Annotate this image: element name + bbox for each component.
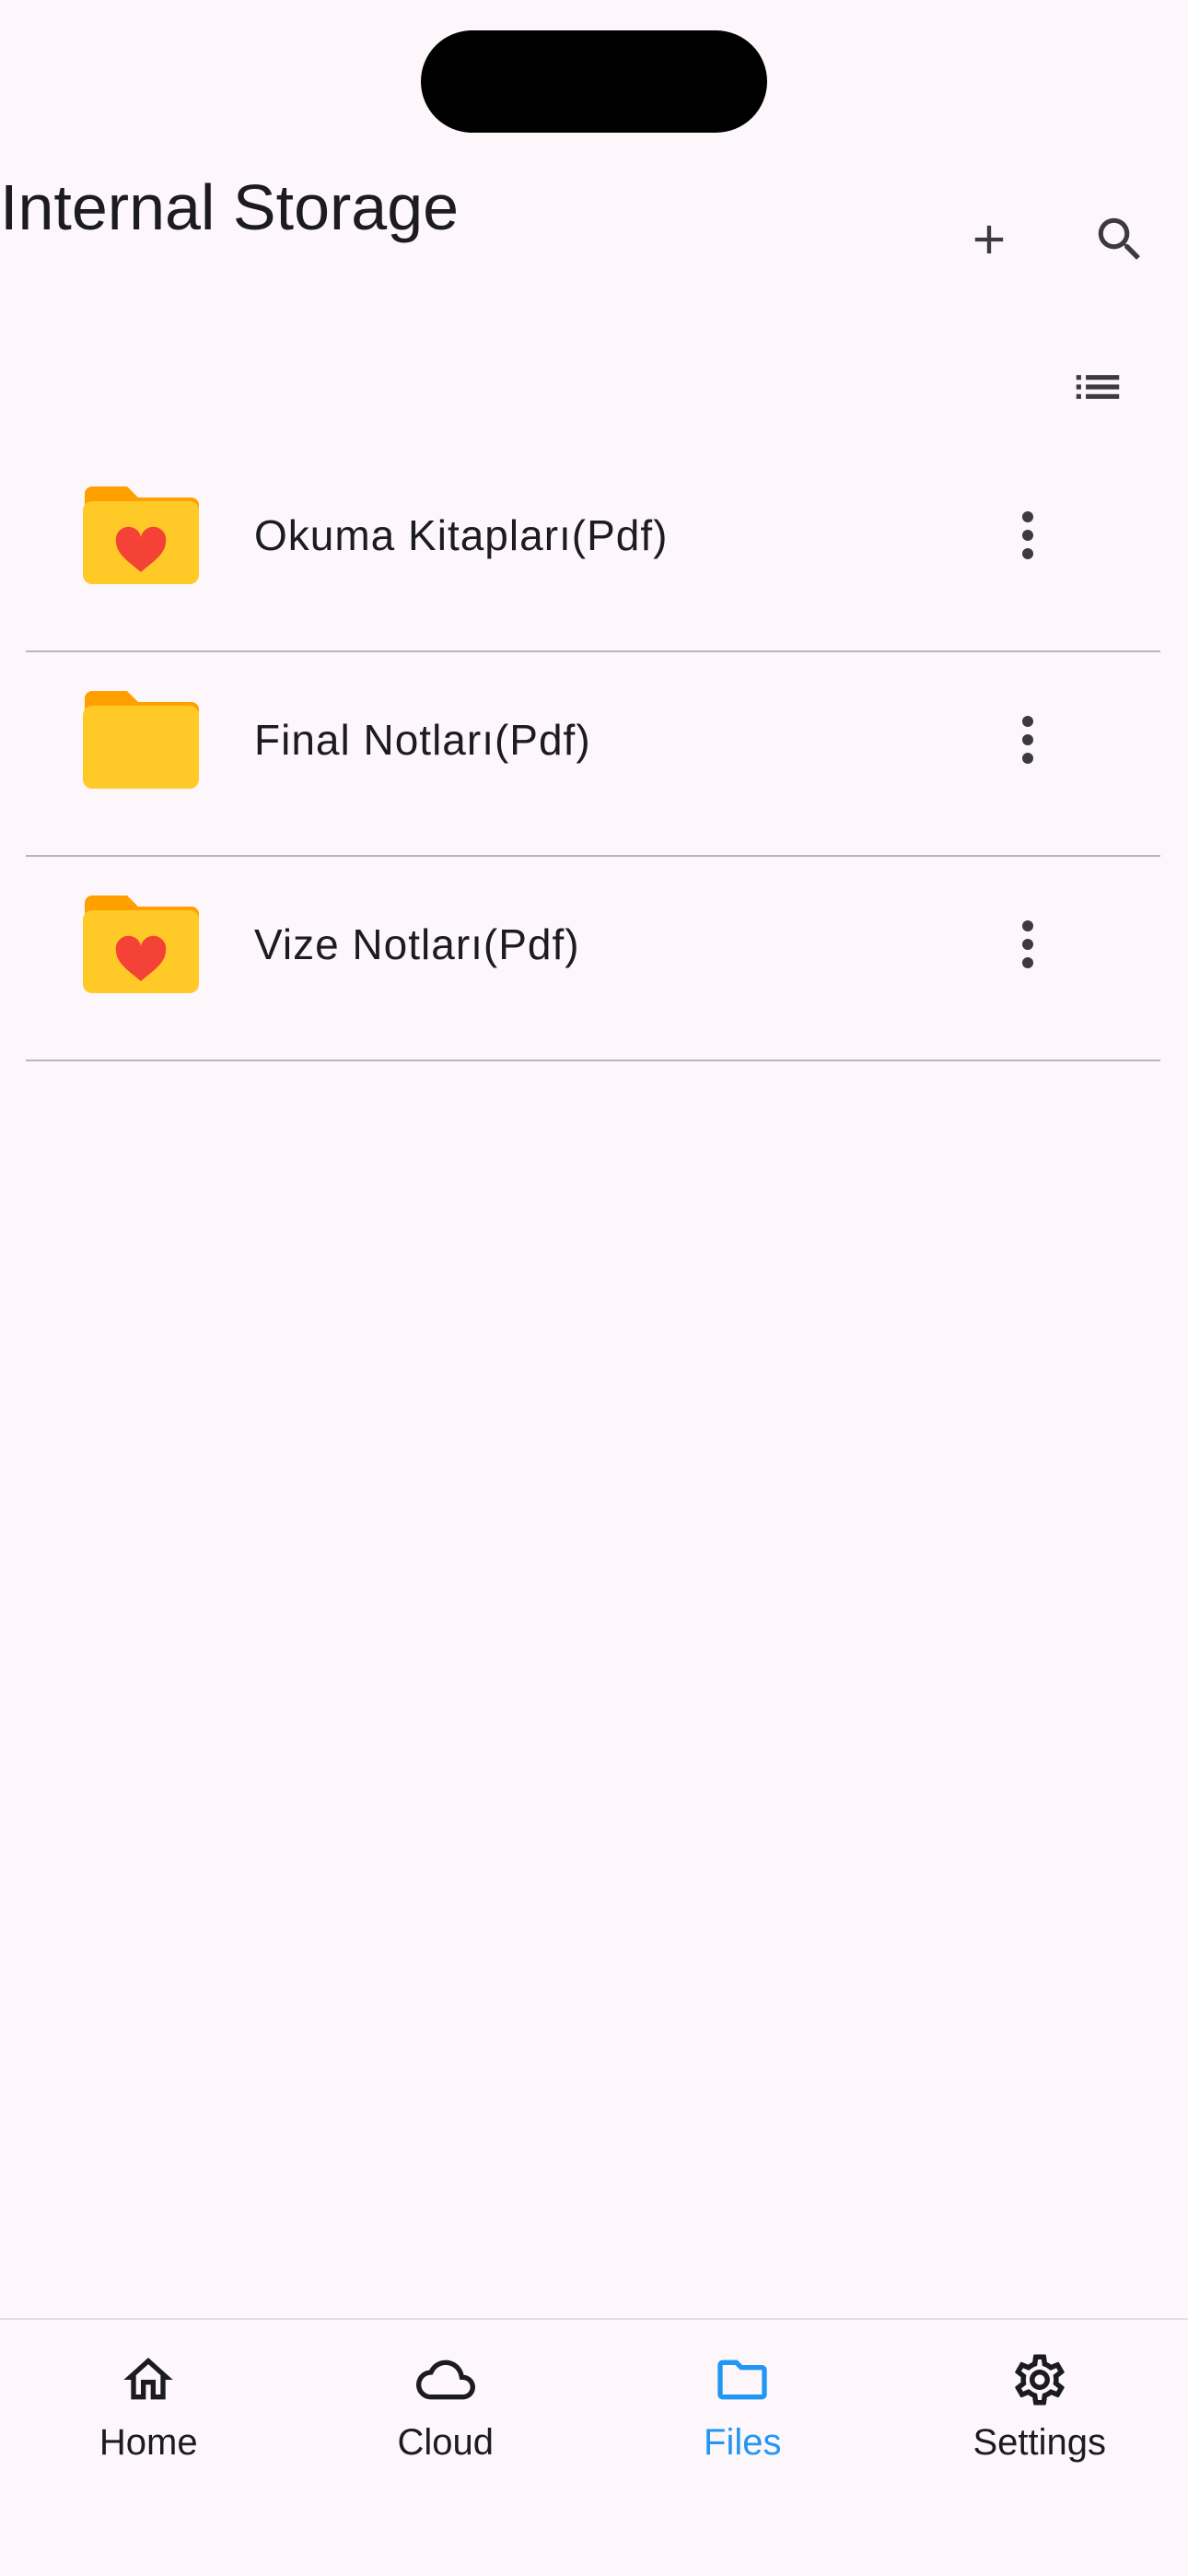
more-options-button[interactable] [1000,494,1055,577]
folder-name: Vize Notları(Pdf) [254,920,580,968]
page-title: Internal Storage [0,171,460,243]
folder-icon [710,2348,775,2412]
nav-label: Cloud [397,2422,494,2463]
favorite-folder-icon [81,894,201,995]
folder-row-okuma[interactable]: Okuma Kitapları(Pdf) [26,448,1160,652]
nav-label: Settings [973,2422,1107,2463]
bottom-navigation: Home Cloud Files Settings [0,2318,1188,2576]
folder-row-vize[interactable]: Vize Notları(Pdf) [26,857,1160,1061]
dynamic-island [421,30,767,133]
home-icon [116,2348,181,2412]
folder-row-final[interactable]: Final Notları(Pdf) [26,652,1160,857]
search-icon [1098,217,1140,260]
more-vert-icon [1022,920,1033,968]
nav-item-home[interactable]: Home [0,2320,297,2576]
folder-name: Okuma Kitapları(Pdf) [254,511,669,559]
search-button[interactable] [1083,203,1157,276]
more-options-button[interactable] [1000,903,1055,986]
more-vert-icon [1022,511,1033,559]
folder-name: Final Notları(Pdf) [254,716,591,764]
nav-item-settings[interactable]: Settings [891,2320,1188,2576]
plus-icon [974,225,1004,254]
add-button[interactable] [952,203,1026,276]
favorite-folder-icon [81,485,201,586]
more-vert-icon [1022,716,1033,764]
nav-label: Files [704,2422,782,2463]
folder-icon [81,689,201,790]
nav-item-cloud[interactable]: Cloud [297,2320,595,2576]
gear-icon [1007,2348,1072,2412]
view-toggle-button[interactable] [1061,350,1135,424]
nav-item-files[interactable]: Files [594,2320,891,2576]
cloud-icon [413,2348,478,2412]
list-view-icon [1076,375,1120,399]
folder-list: Okuma Kitapları(Pdf) Final Notları(Pdf) [26,448,1160,1061]
screen: Internal Storage Okuma Kitapları(Pdf) Fi… [0,0,1188,2576]
more-options-button[interactable] [1000,698,1055,781]
nav-label: Home [99,2422,198,2463]
